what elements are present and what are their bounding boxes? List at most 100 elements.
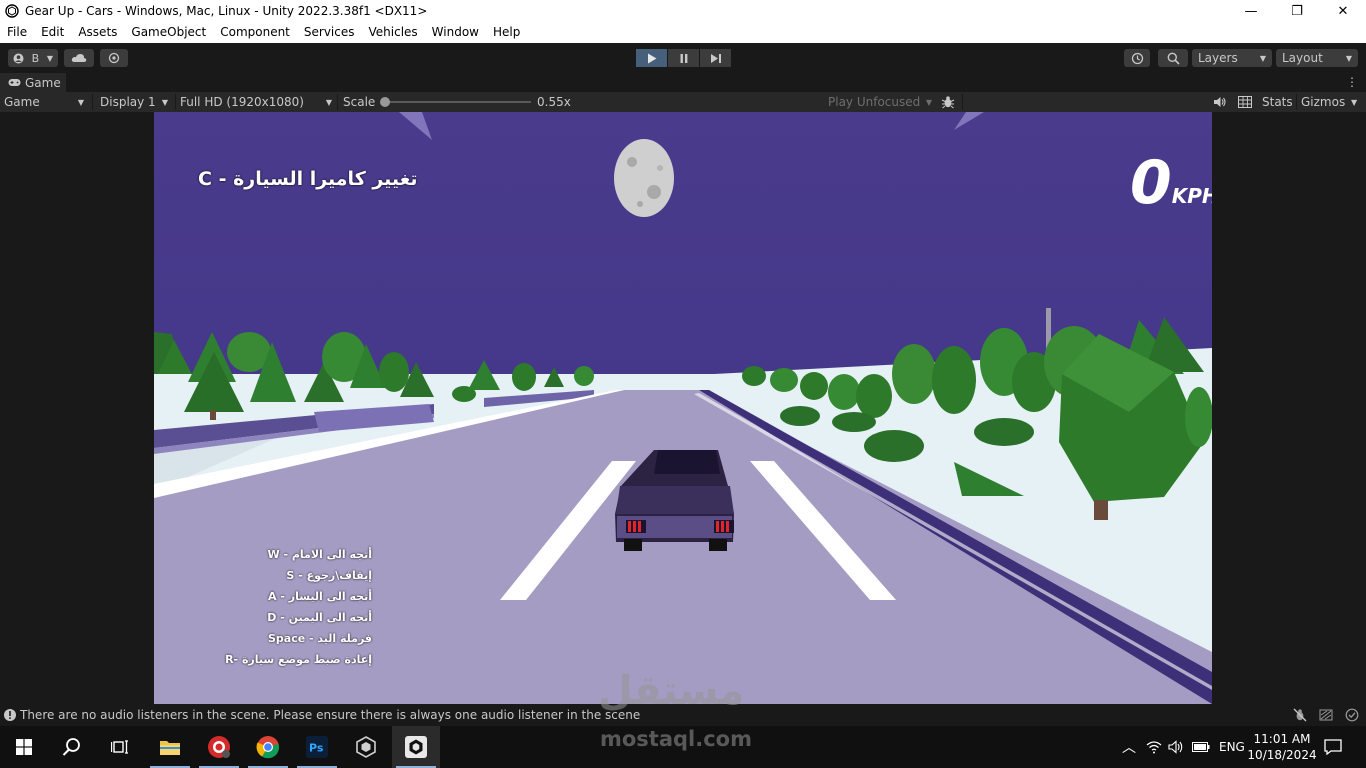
- menu-help[interactable]: Help: [486, 22, 527, 43]
- scale-slider-thumb[interactable]: [380, 97, 390, 107]
- menu-window[interactable]: Window: [425, 22, 486, 43]
- collab-icon: [108, 52, 120, 64]
- step-icon: [710, 53, 721, 63]
- search-icon: [62, 738, 80, 756]
- unity-icon: [405, 736, 427, 758]
- control-hint: أتجه الى اليمين - D: [267, 611, 372, 624]
- speed-value: 0: [1130, 148, 1172, 218]
- collab-button[interactable]: [100, 49, 128, 67]
- tab-game[interactable]: Game: [0, 73, 66, 92]
- maximize-button[interactable]: ❐: [1274, 0, 1320, 22]
- network-tray[interactable]: [1146, 726, 1162, 768]
- status-message[interactable]: There are no audio listeners in the scen…: [20, 708, 640, 722]
- battery-tray[interactable]: [1192, 726, 1210, 768]
- play-button[interactable]: [636, 49, 667, 67]
- control-hint: أتجه الى الامام - W: [267, 548, 372, 561]
- clock[interactable]: 11:01 AM 10/18/2024: [1247, 726, 1316, 768]
- scale-label: Scale: [343, 95, 376, 109]
- layers-dropdown[interactable]: Layers ▼: [1192, 49, 1272, 67]
- volume-tray[interactable]: [1168, 726, 1184, 768]
- game-view[interactable]: تغيير كاميرا السيارة - C 0 KPH أتجه الى …: [154, 112, 1212, 704]
- taskbar-file-explorer[interactable]: [146, 726, 194, 768]
- resolution-dropdown[interactable]: Full HD (1920x1080) ▼: [180, 92, 334, 112]
- menu-services[interactable]: Services: [297, 22, 362, 43]
- notification-icon: [1324, 739, 1342, 755]
- grid-icon: [1238, 96, 1252, 108]
- scale-slider[interactable]: [380, 97, 531, 107]
- gizmos-button[interactable]: Gizmos: [1301, 92, 1345, 112]
- bug-button[interactable]: [938, 92, 958, 112]
- layout-dropdown[interactable]: Layout ▼: [1276, 49, 1358, 67]
- taskbar-chrome[interactable]: [244, 726, 292, 768]
- account-label: B: [31, 51, 40, 65]
- divider: [175, 94, 176, 110]
- watermark-latin: mostaql.com: [600, 727, 752, 751]
- cloud-icon: [71, 53, 87, 62]
- tab-bar: Game ⋮: [0, 73, 1366, 92]
- chevron-down-icon: ▼: [1345, 53, 1352, 63]
- photoshop-icon: Ps: [306, 736, 328, 758]
- task-view-button[interactable]: [96, 726, 144, 768]
- recorder-icon: [208, 736, 230, 758]
- bug-icon: [941, 96, 955, 109]
- step-button[interactable]: [700, 49, 731, 67]
- taskbar-unity-hub[interactable]: [342, 726, 390, 768]
- chevron-down-icon: ▼: [161, 97, 168, 107]
- battery-icon: [1192, 742, 1210, 752]
- play-focus-dropdown[interactable]: Play Unfocused ▼: [828, 92, 932, 112]
- window-title: Gear Up - Cars - Windows, Mac, Linux - U…: [25, 4, 428, 18]
- tab-options-icon[interactable]: ⋮: [1346, 75, 1358, 89]
- account-dropdown[interactable]: B ▼: [8, 49, 58, 67]
- clock-time: 11:01 AM: [1253, 732, 1311, 746]
- minimize-button[interactable]: —: [1228, 0, 1274, 22]
- pause-button[interactable]: [668, 49, 699, 67]
- search-icon: [1167, 52, 1180, 65]
- cloud-button[interactable]: [64, 49, 94, 67]
- taskbar-screen-recorder[interactable]: [195, 726, 243, 768]
- chevron-down-icon: ▼: [46, 53, 53, 63]
- menu-edit[interactable]: Edit: [34, 22, 71, 43]
- lighting-icon[interactable]: [1319, 708, 1333, 722]
- language-indicator[interactable]: ENG: [1219, 726, 1245, 768]
- playmode-controls: [636, 49, 732, 67]
- chevron-down-icon[interactable]: ▼: [1351, 92, 1357, 112]
- menu-vehicles[interactable]: Vehicles: [362, 22, 425, 43]
- resolution-label: Full HD (1920x1080): [180, 95, 304, 109]
- notifications-button[interactable]: [1324, 726, 1342, 768]
- menu-component[interactable]: Component: [213, 22, 297, 43]
- chevron-up-icon[interactable]: ︿: [1120, 737, 1138, 757]
- control-hint: إعادة ضبط موضع سيارة -R: [225, 653, 372, 666]
- check-circle-icon[interactable]: [1345, 708, 1359, 722]
- stats-grid-button[interactable]: [1237, 92, 1253, 112]
- display-dropdown[interactable]: Display 1 ▼: [100, 92, 172, 112]
- taskbar-search-button[interactable]: [48, 726, 96, 768]
- stats-button[interactable]: Stats: [1262, 92, 1293, 112]
- pause-icon: [680, 53, 687, 63]
- taskbar-photoshop[interactable]: Ps: [293, 726, 341, 768]
- task-view-icon: [111, 740, 128, 754]
- menu-file[interactable]: File: [0, 22, 34, 43]
- start-button[interactable]: [0, 726, 48, 768]
- menu-gameobject[interactable]: GameObject: [124, 22, 213, 43]
- control-hint: إيقاف\رجوع - S: [286, 569, 372, 582]
- tab-label: Game: [25, 75, 61, 90]
- unity-app-icon: [5, 4, 19, 18]
- display-label: Display 1: [100, 95, 156, 109]
- close-button[interactable]: ✕: [1320, 0, 1366, 22]
- layers-label: Layers: [1198, 51, 1238, 65]
- menu-assets[interactable]: Assets: [71, 22, 124, 43]
- control-hint: فرملة اليد - Space: [267, 632, 372, 645]
- mode-dropdown[interactable]: Game ▼: [4, 92, 88, 112]
- taskbar-unity-editor[interactable]: [392, 726, 440, 768]
- info-icon: [4, 709, 16, 721]
- wifi-icon: [1146, 741, 1162, 754]
- audio-button[interactable]: [1211, 92, 1227, 112]
- play-focus-label: Play Unfocused: [828, 95, 921, 109]
- volume-icon: [1168, 740, 1183, 754]
- history-button[interactable]: [1124, 49, 1150, 67]
- search-button[interactable]: [1158, 49, 1188, 67]
- system-tray: ︿: [1120, 726, 1138, 768]
- scale-value: 0.55x: [537, 95, 571, 109]
- window-titlebar: Gear Up - Cars - Windows, Mac, Linux - U…: [0, 0, 1366, 22]
- bug-off-icon[interactable]: [1293, 708, 1307, 722]
